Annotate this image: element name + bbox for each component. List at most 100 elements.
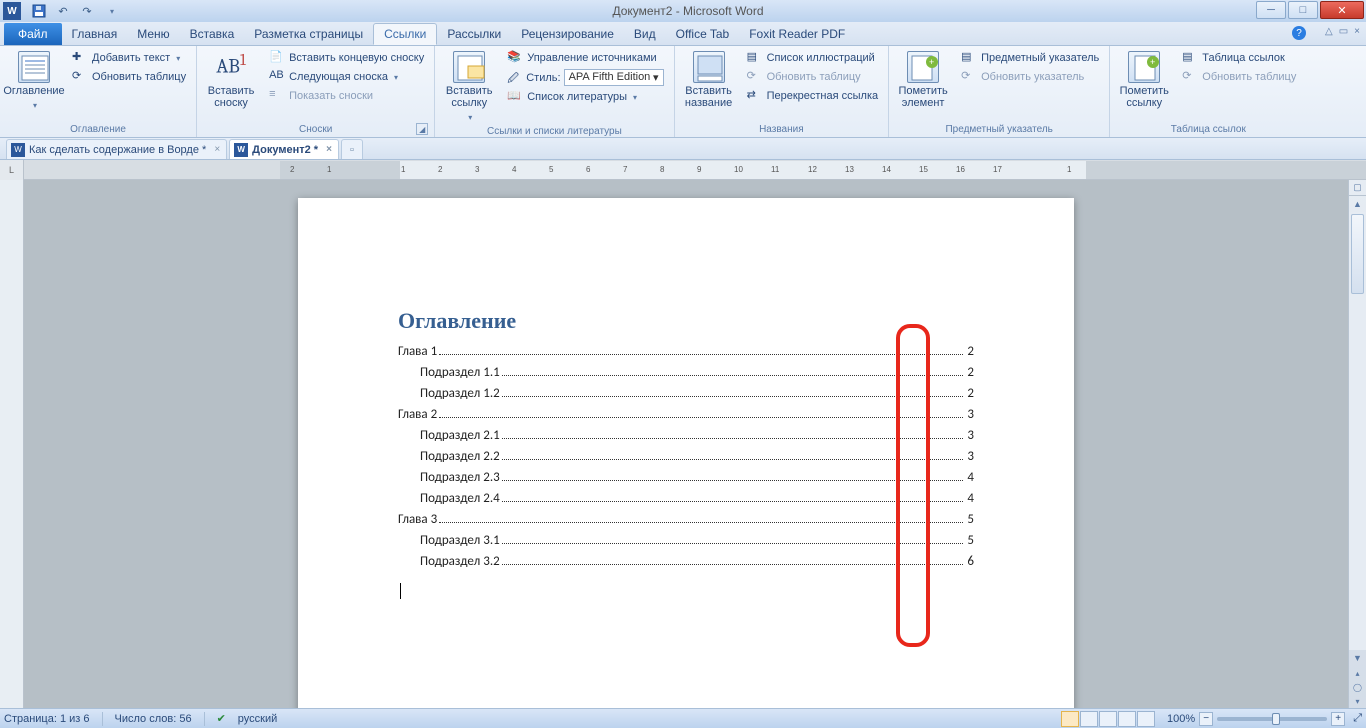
insert-caption-button[interactable]: Вставить название — [681, 49, 737, 123]
mark-entry-button[interactable]: + Пометить элемент — [895, 49, 951, 123]
zoom-level[interactable]: 100% — [1167, 713, 1195, 725]
help-icon[interactable]: ? — [1292, 26, 1306, 40]
close-button[interactable]: ✕ — [1320, 1, 1364, 19]
ruler-toggle-icon[interactable]: ▢ — [1349, 180, 1366, 196]
citation-label: Вставить ссылку — [441, 85, 497, 109]
toc-entry[interactable]: Глава 35 — [398, 512, 974, 527]
update-authorities-button[interactable]: ⟳Обновить таблицу — [1178, 68, 1300, 86]
redo-icon[interactable]: ↷ — [76, 2, 98, 20]
insert-footnote-button[interactable]: AB1 Вставить сноску — [203, 49, 259, 123]
insert-citation-button[interactable]: Вставить ссылку — [441, 49, 497, 125]
cross-reference-button[interactable]: ⇄Перекрестная ссылка — [743, 87, 883, 105]
toc-entry[interactable]: Глава 12 — [398, 344, 974, 359]
scroll-down-icon[interactable]: ▼ — [1349, 650, 1366, 666]
toc-entry[interactable]: Подраздел 2.3 4 — [398, 470, 974, 485]
add-text-button[interactable]: ✚Добавить текст — [68, 49, 190, 67]
ribbon-tab[interactable]: Рецензирование — [511, 23, 624, 45]
toc-entry[interactable]: Подраздел 2.23 — [398, 449, 974, 464]
page[interactable]: Оглавление Глава 12Подраздел 1.12Подразд… — [298, 198, 1074, 708]
toc-entry-text: Подраздел 3.2 — [420, 554, 500, 569]
ribbon-tab[interactable]: Главная — [62, 23, 128, 45]
word-count[interactable]: Число слов: 56 — [115, 713, 192, 725]
toc-entry[interactable]: Подраздел 2.44 — [398, 491, 974, 506]
undo-icon[interactable]: ↶ — [52, 2, 74, 20]
tab-selector[interactable]: L — [0, 160, 24, 180]
file-tab[interactable]: Файл — [4, 23, 62, 45]
document-canvas[interactable]: Оглавление Глава 12Подраздел 1.12Подразд… — [24, 180, 1348, 708]
draft-view-button[interactable] — [1137, 711, 1155, 727]
ribbon-tab[interactable]: Разметка страницы — [244, 23, 373, 45]
outline-view-button[interactable] — [1118, 711, 1136, 727]
toc-entry[interactable]: Глава 23 — [398, 407, 974, 422]
toc-entry[interactable]: Подраздел 3.15 — [398, 533, 974, 548]
next-footnote-button[interactable]: ABСледующая сноска — [265, 68, 428, 86]
zoom-slider-thumb[interactable] — [1272, 713, 1280, 725]
ribbon-tab[interactable]: Меню — [127, 23, 179, 45]
toc-entry-text: Подраздел 1.2 — [420, 386, 500, 401]
browse-object-icon[interactable]: ◯ — [1349, 680, 1366, 694]
prev-page-icon[interactable]: ▴ — [1349, 666, 1366, 680]
full-screen-view-button[interactable] — [1080, 711, 1098, 727]
ribbon-tab[interactable]: Вставка — [180, 23, 245, 45]
qat-customize-icon[interactable] — [100, 2, 122, 20]
toc-entry[interactable]: Подраздел 3.26 — [398, 554, 974, 569]
zoom-slider[interactable] — [1217, 717, 1327, 721]
vertical-scrollbar[interactable]: ▢ ▲ ▼ ▴ ◯ ▾ — [1348, 180, 1366, 708]
update-toc-button[interactable]: ⟳Обновить таблицу — [68, 68, 190, 86]
style-icon: 🖉 — [507, 70, 523, 86]
close-tab-icon[interactable]: × — [214, 144, 220, 155]
ribbon-tab[interactable]: Foxit Reader PDF — [739, 23, 855, 45]
manage-sources-button[interactable]: 📚Управление источниками — [503, 49, 667, 67]
group-label: Сноски◢ — [203, 123, 428, 136]
toc-entry[interactable]: Подраздел 1.22 — [398, 386, 974, 401]
group-captions: Вставить название ▤Список иллюстраций ⟳О… — [675, 46, 890, 137]
vertical-ruler[interactable] — [0, 180, 24, 708]
zoom-out-button[interactable]: − — [1199, 712, 1213, 726]
insert-index-button[interactable]: ▤Предметный указатель — [957, 49, 1103, 67]
mark-citation-button[interactable]: + Пометить ссылку — [1116, 49, 1172, 123]
toc-entry-text: Подраздел 2.3 — [420, 470, 500, 485]
new-tab-button[interactable]: ▫ — [341, 139, 363, 159]
citation-style-dropdown[interactable]: 🖉Стиль:APA Fifth Edition▾ — [503, 68, 667, 87]
update-figures-button[interactable]: ⟳Обновить таблицу — [743, 68, 883, 86]
authorities-table-button[interactable]: ▤Таблица ссылок — [1178, 49, 1300, 67]
ribbon-tab[interactable]: Вид — [624, 23, 666, 45]
toc-button[interactable]: Оглавление — [6, 49, 62, 123]
horizontal-ruler[interactable]: 2112345678910111213141516171 — [280, 161, 1366, 179]
zoom-in-button[interactable]: + — [1331, 712, 1345, 726]
window-close-icon[interactable]: × — [1354, 26, 1360, 37]
language-status[interactable]: русский — [238, 713, 277, 725]
toc-entry-page: 4 — [965, 491, 974, 506]
toc-entry-page: 4 — [965, 470, 974, 485]
save-icon[interactable] — [28, 2, 50, 20]
ribbon-tab[interactable]: Рассылки — [437, 23, 511, 45]
toc-leader — [439, 354, 963, 355]
scroll-thumb[interactable] — [1351, 214, 1364, 294]
update-index-button[interactable]: ⟳Обновить указатель — [957, 68, 1103, 86]
print-layout-view-button[interactable] — [1061, 711, 1079, 727]
scroll-up-icon[interactable]: ▲ — [1349, 196, 1366, 212]
window-restore-icon[interactable]: ▭ — [1339, 26, 1348, 37]
table-of-figures-button[interactable]: ▤Список иллюстраций — [743, 49, 883, 67]
document-tab[interactable]: WДокумент2 *× — [229, 139, 339, 159]
next-page-icon[interactable]: ▾ — [1349, 694, 1366, 708]
ribbon-tab[interactable]: Office Tab — [666, 23, 740, 45]
ribbon-tab[interactable]: Ссылки — [373, 23, 437, 45]
zoom-fit-icon[interactable]: ⤢ — [1353, 712, 1362, 725]
bibliography-button[interactable]: 📖Список литературы — [503, 88, 667, 106]
page-status[interactable]: Страница: 1 из 6 — [4, 713, 90, 725]
maximize-button[interactable]: □ — [1288, 1, 1318, 19]
dialog-launcher-icon[interactable]: ◢ — [416, 123, 428, 135]
toc-entry[interactable]: Подраздел 1.12 — [398, 365, 974, 380]
toc-entry[interactable]: Подраздел 2.13 — [398, 428, 974, 443]
scroll-track[interactable] — [1349, 212, 1366, 650]
minimize-ribbon-icon[interactable]: △ — [1325, 26, 1333, 37]
insert-endnote-button[interactable]: 📄Вставить концевую сноску — [265, 49, 428, 67]
close-tab-icon[interactable]: × — [326, 144, 332, 155]
document-tab[interactable]: WКак сделать содержание в Ворде *× — [6, 139, 227, 159]
show-notes-button[interactable]: ≡Показать сноски — [265, 87, 428, 105]
minimize-button[interactable]: ─ — [1256, 1, 1286, 19]
web-layout-view-button[interactable] — [1099, 711, 1117, 727]
proofing-icon[interactable]: ✔ — [217, 712, 226, 725]
ruler-tick: 9 — [697, 165, 701, 174]
